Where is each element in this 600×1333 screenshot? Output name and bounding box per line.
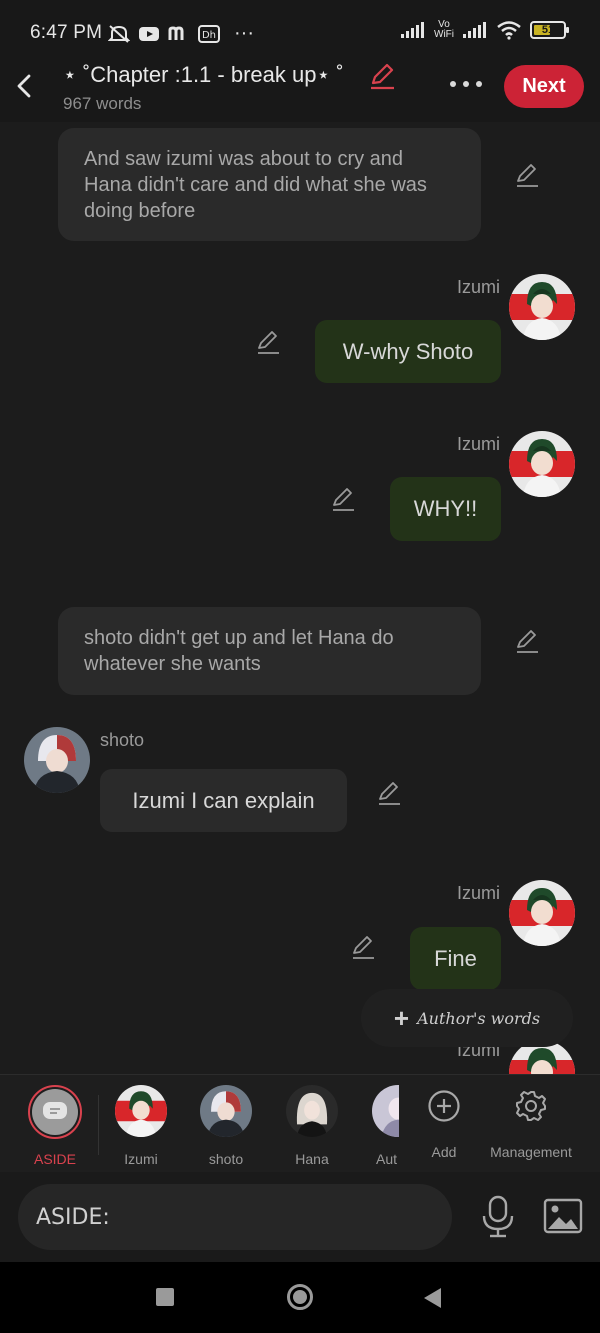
svg-text:Dh: Dh	[202, 30, 216, 41]
m-app-icon	[168, 25, 184, 40]
recents-icon[interactable]	[156, 1288, 174, 1306]
status-left-icons: Dh ···	[108, 22, 254, 45]
character-label: ASIDE	[33, 1151, 76, 1167]
battery-level: 51	[541, 24, 555, 36]
input-bar: ASIDE:	[0, 1172, 600, 1262]
youtube-icon	[139, 26, 159, 41]
signal-icon-2	[463, 22, 486, 38]
next-button[interactable]: Next	[504, 65, 584, 108]
management-label: Management	[490, 1144, 572, 1160]
plus-icon: +	[393, 1003, 410, 1033]
character-bar: ASIDE Izumi shoto Hana Aut Add Managemen…	[0, 1074, 600, 1172]
home-icon[interactable]	[287, 1284, 313, 1310]
edit-message-icon[interactable]	[514, 628, 540, 654]
message-bubble[interactable]: Fine	[410, 927, 501, 990]
izumi-avatar-image	[509, 431, 575, 497]
back-arrow-icon[interactable]	[12, 70, 36, 102]
character-label: Aut	[376, 1151, 398, 1167]
sender-name: shoto	[100, 730, 145, 750]
divider	[98, 1095, 99, 1155]
character-hana[interactable]: Hana	[277, 1085, 347, 1167]
chat-area[interactable]: And saw izumi was about to cry and Hana …	[0, 122, 600, 1074]
aside-text-input[interactable]: ASIDE:	[18, 1184, 452, 1250]
signal-icon	[401, 22, 424, 38]
izumi-avatar-image	[509, 880, 575, 946]
character-aut[interactable]: Aut	[363, 1085, 399, 1167]
sender-name: Izumi	[456, 883, 500, 903]
chapter-header: ⋆ ˚Chapter :1.1 - break up⋆ ˚ 967 words …	[0, 62, 600, 122]
shoto-avatar-image	[24, 727, 90, 793]
microphone-icon[interactable]	[478, 1194, 518, 1238]
message-bubble[interactable]: W-why Shoto	[315, 320, 501, 383]
authors-words-button[interactable]: + Author's words	[361, 989, 573, 1047]
character-aside[interactable]: ASIDE	[20, 1085, 90, 1167]
character-label: Hana	[295, 1151, 329, 1167]
back-icon[interactable]	[424, 1288, 441, 1308]
authors-words-label: Author's words	[417, 1008, 541, 1028]
avatar-shoto[interactable]	[24, 727, 90, 793]
vowifi-bottom: WiFi	[434, 29, 454, 40]
mute-icon	[108, 24, 130, 43]
add-character-button[interactable]: Add	[423, 1085, 465, 1160]
battery-icon: 51	[530, 21, 569, 39]
add-circle-icon	[428, 1090, 460, 1122]
image-icon[interactable]	[542, 1196, 584, 1236]
avatar-izumi[interactable]	[509, 274, 575, 340]
gear-icon	[516, 1091, 546, 1121]
edit-message-icon[interactable]	[514, 162, 540, 188]
more-dots-icon: ···	[234, 22, 254, 44]
status-bar: 6:47 PM Dh ··· Vo WiFi 51	[0, 0, 600, 62]
aside-chat-icon	[32, 1089, 78, 1135]
shoto-avatar	[200, 1085, 252, 1137]
word-count: 967 words	[63, 94, 142, 113]
hana-avatar	[286, 1085, 338, 1137]
sender-name: Izumi	[456, 277, 500, 297]
character-izumi[interactable]: Izumi	[106, 1085, 176, 1167]
edit-title-icon[interactable]	[368, 62, 396, 90]
wifi-icon	[497, 21, 521, 40]
more-options-button[interactable]	[446, 70, 486, 98]
sender-name: Izumi	[456, 434, 500, 454]
edit-message-icon[interactable]	[350, 934, 376, 960]
character-label: Izumi	[124, 1151, 158, 1167]
status-right-icons: Vo WiFi 51	[400, 20, 569, 40]
dot-icon	[450, 81, 456, 87]
character-shoto[interactable]: shoto	[191, 1085, 261, 1167]
avatar-izumi[interactable]	[509, 880, 575, 946]
status-time: 6:47 PM	[30, 22, 103, 43]
edit-message-icon[interactable]	[330, 486, 356, 512]
aside-avatar	[28, 1085, 82, 1139]
aut-avatar	[372, 1085, 399, 1137]
edit-message-icon[interactable]	[255, 329, 281, 355]
message-bubble[interactable]: WHY!!	[390, 477, 501, 541]
dot-icon	[463, 81, 469, 87]
chapter-title[interactable]: ⋆ ˚Chapter :1.1 - break up⋆ ˚	[63, 62, 344, 88]
message-bubble[interactable]: Izumi I can explain	[100, 769, 347, 832]
avatar-izumi[interactable]	[509, 431, 575, 497]
dot-icon	[476, 81, 482, 87]
character-label: shoto	[208, 1151, 244, 1167]
management-button[interactable]: Management	[486, 1085, 576, 1160]
system-nav-bar	[0, 1262, 600, 1333]
dh-app-icon: Dh	[198, 24, 220, 43]
izumi-avatar-image	[509, 274, 575, 340]
vowifi-indicator: Vo WiFi	[434, 20, 454, 40]
add-label: Add	[431, 1144, 457, 1160]
narration-message[interactable]: And saw izumi was about to cry and Hana …	[58, 128, 481, 241]
edit-message-icon[interactable]	[376, 780, 402, 806]
narration-message[interactable]: shoto didn't get up and let Hana do what…	[58, 607, 481, 695]
izumi-avatar	[115, 1085, 167, 1137]
